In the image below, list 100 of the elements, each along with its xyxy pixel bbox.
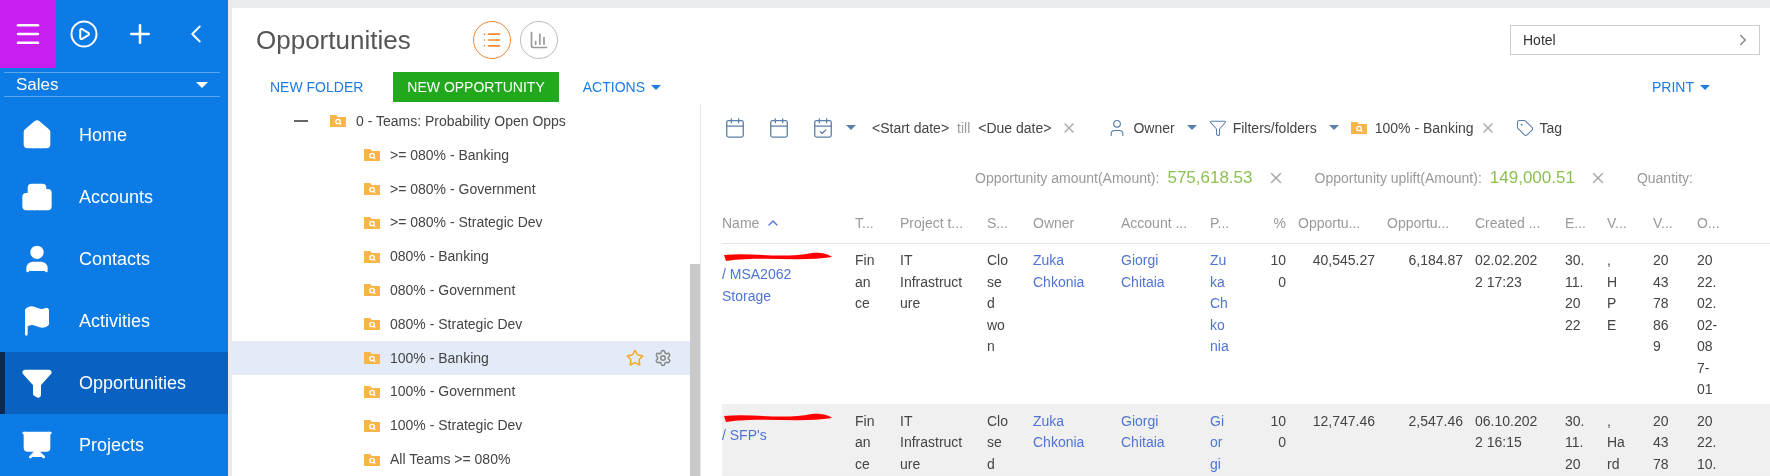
play-icon [69, 19, 99, 49]
summary-value: 575,618.53 [1167, 168, 1253, 189]
collapse-icon[interactable] [294, 119, 308, 122]
search-folder-icon [330, 114, 346, 128]
calendar-icon[interactable] [724, 116, 746, 139]
scrollbar[interactable] [690, 264, 700, 476]
search-folder-icon [364, 283, 380, 297]
folder-label: All Teams >= 080% [390, 451, 511, 468]
summary-value: 149,000.51 [1489, 168, 1575, 189]
summary-label: Opportunity uplift(Amount): [1314, 170, 1482, 187]
table-cell-text: , Hard [1607, 411, 1625, 474]
folder-label: 080% - Strategic Dev [390, 315, 523, 332]
summary-label: Opportunity amount(Amount): [975, 170, 1160, 187]
table-cell-text: 204378 [1653, 411, 1670, 474]
funnel-icon [1208, 118, 1227, 137]
folder-item[interactable]: 100% - Banking [232, 340, 690, 375]
tag-button[interactable]: Tag [1515, 118, 1563, 137]
funnel-icon [21, 367, 53, 399]
table-cell-text: 6,184.87 [1407, 251, 1463, 270]
folder-item[interactable]: >= 080% - Banking [232, 137, 690, 172]
sidebar-item[interactable]: Activities [0, 290, 228, 352]
search-folder-icon [364, 317, 380, 331]
folder-label: >= 080% - Strategic Dev [390, 214, 543, 231]
folder-label: 0 - Teams: Probability Open Opps [356, 112, 566, 129]
folder-label: 100% - Government [390, 383, 516, 400]
search-folder-icon [364, 249, 380, 263]
calendar-check-icon [812, 116, 834, 139]
table-cell-text: 30.11.2022 [1565, 251, 1585, 335]
settings-icon[interactable] [654, 348, 672, 367]
folder-item[interactable]: 080% - Government [232, 273, 690, 307]
sidebar-item[interactable]: Opportunities [0, 352, 228, 414]
folder-label: 080% - Banking [390, 248, 489, 265]
sidebar-item[interactable]: Projects [0, 414, 228, 476]
start-date[interactable]: <Start date> [872, 119, 950, 136]
folder-item[interactable]: 100% - Government [232, 374, 690, 409]
table-cell-text: Finance [855, 251, 876, 313]
person-link[interactable]: Giorgi Chitaia [1121, 250, 1179, 293]
filters-menu[interactable]: Filters/folders [1208, 118, 1339, 137]
table-cell-text: 2022.10. [1697, 411, 1718, 474]
folder-label: >= 080% - Government [390, 180, 536, 197]
table-cell-text: Closed [987, 411, 1009, 474]
sidebar-item[interactable]: Home [0, 104, 228, 166]
folder-item[interactable]: >= 080% - Strategic Dev [232, 205, 690, 240]
table-cell-text: , HPE [1607, 251, 1619, 335]
search-folder-icon [364, 452, 380, 466]
person-link[interactable]: Zuka Chkonia [1033, 250, 1091, 293]
chart-view-button[interactable] [519, 21, 558, 59]
module-dropdown[interactable]: Sales [4, 72, 220, 98]
page-title: Opportunities [256, 24, 411, 56]
folder-item[interactable]: 080% - Strategic Dev [232, 306, 690, 341]
table-cell-text: 100 [1269, 251, 1286, 292]
calendar-icon[interactable] [768, 116, 790, 139]
summary-label: Quantity: [1636, 170, 1693, 187]
owner-menu[interactable]: Owner [1107, 117, 1197, 138]
table-cell-text: Closed won [987, 251, 1009, 356]
due-date[interactable]: <Due date> [978, 119, 1052, 136]
presentation-icon [21, 429, 53, 461]
folder-item[interactable]: All Teams >= 080% [232, 442, 690, 476]
list-view-button[interactable] [472, 21, 511, 59]
period-menu[interactable] [812, 116, 856, 139]
folder-label: 100% - Banking [390, 349, 489, 366]
table-cell-text: 100 [1269, 411, 1286, 452]
search-folder-icon [364, 148, 380, 162]
table-cell-text: 06.10.2022 16:15 [1475, 411, 1539, 452]
name-link[interactable]: / MSA2062 Storage [722, 264, 832, 307]
table-cell-text: 40,545.27 [1311, 251, 1375, 270]
person-link[interactable]: Zuka Chkonia [1210, 250, 1230, 358]
actions-menu[interactable]: ACTIONS [572, 72, 671, 102]
search-folder-icon [364, 182, 380, 196]
folder-item[interactable]: 100% - Strategic Dev [232, 408, 690, 443]
table-cell-text: 12,747.46 [1311, 411, 1375, 431]
till-label: till [957, 119, 971, 136]
new-folder-button[interactable]: NEW FOLDER [260, 72, 374, 102]
table-cell-text: 2022.02.02-087-01 [1697, 251, 1719, 399]
print-menu[interactable]: PRINT [1646, 78, 1716, 96]
table-cell-text: 02.02.2022 17:23 [1475, 251, 1539, 292]
table-cell-text: 30.11.20 [1565, 411, 1585, 474]
new-opportunity-button[interactable]: NEW OPPORTUNITY [393, 72, 559, 102]
table-cell-text: 2,547.46 [1407, 411, 1463, 431]
star-icon[interactable] [626, 348, 644, 367]
search-field[interactable]: Hotel [1510, 25, 1760, 55]
folder-label: 080% - Government [390, 281, 516, 298]
sidebar-item[interactable]: Accounts [0, 166, 228, 228]
table-cell-text: 204378869 [1653, 251, 1670, 356]
folder-item[interactable]: 080% - Banking [232, 239, 690, 274]
folder-item[interactable]: >= 080% - Government [232, 171, 690, 206]
search-folder-icon [1350, 121, 1367, 135]
table-cell-text: Finance [855, 411, 876, 474]
search-folder-icon [364, 215, 380, 229]
folder-filter-tag: 100% - Banking [1374, 119, 1474, 136]
table-cell-text: IT Infrastructure [900, 251, 964, 313]
folder-group[interactable]: 0 - Teams: Probability Open Opps [232, 104, 690, 138]
tag-icon [1515, 118, 1534, 137]
menu-button[interactable] [0, 0, 56, 68]
folder-label: >= 080% - Banking [390, 146, 510, 163]
list-icon [481, 30, 502, 50]
sidebar-item[interactable]: Contacts [0, 228, 228, 290]
search-folder-icon [364, 384, 380, 398]
search-folder-icon [364, 351, 380, 365]
house-icon [21, 119, 53, 151]
